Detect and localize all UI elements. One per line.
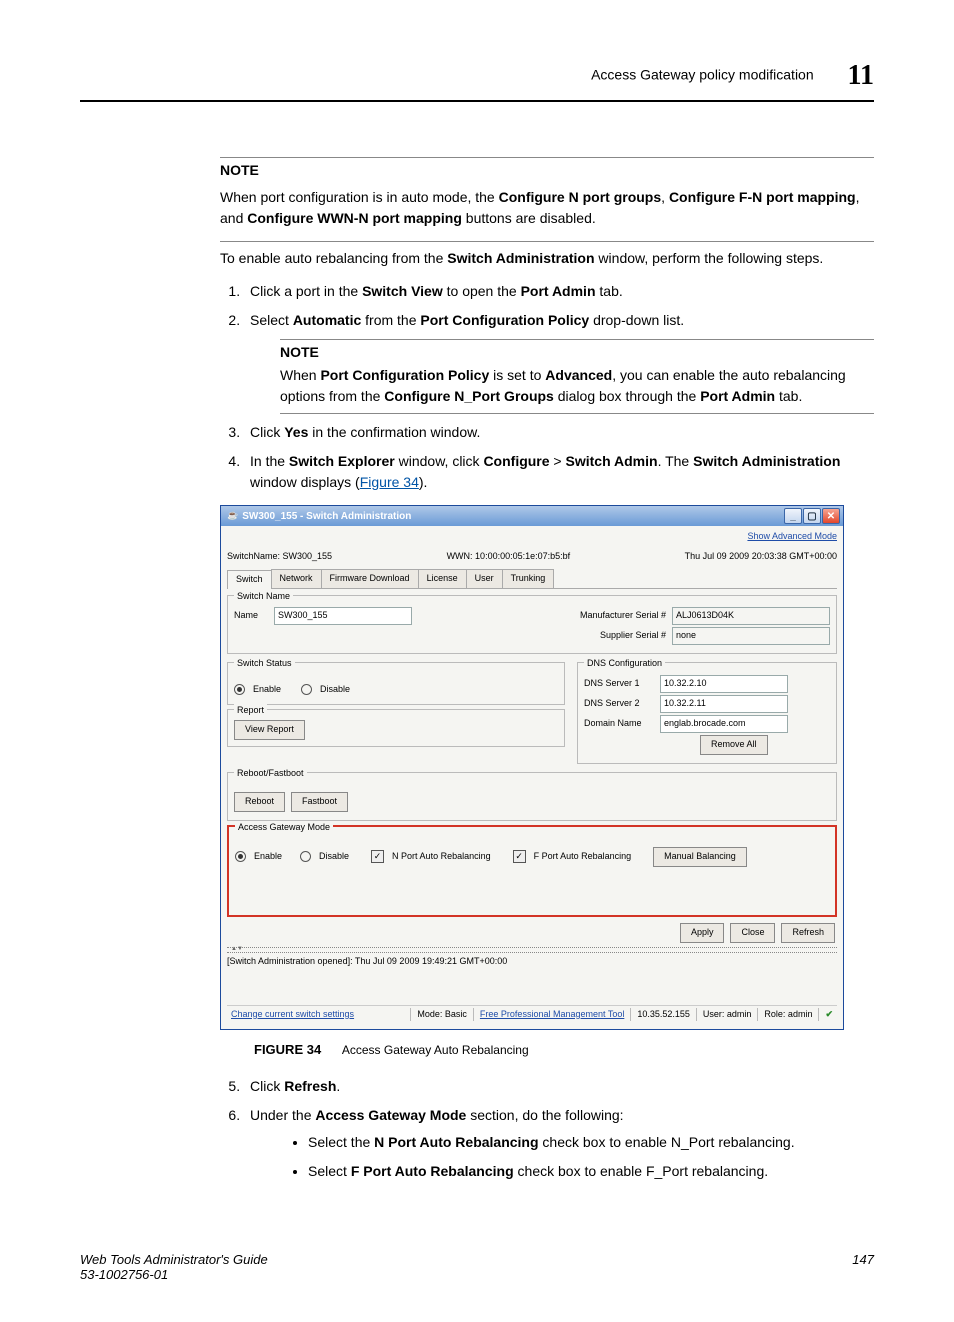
mode-label: Mode: Basic <box>417 1008 467 1022</box>
maximize-button[interactable]: ▢ <box>803 508 821 524</box>
note-rule-bottom <box>220 241 874 242</box>
close-dialog-button[interactable]: Close <box>730 923 775 943</box>
name-input[interactable]: SW300_155 <box>274 607 412 625</box>
tool-link[interactable]: Free Professional Management Tool <box>480 1008 624 1022</box>
nport-checkbox[interactable]: ✓ <box>371 850 384 863</box>
agm-enable-radio[interactable] <box>235 851 246 862</box>
figure-caption: FIGURE 34 Access Gateway Auto Rebalancin… <box>254 1040 874 1060</box>
page-footer: Web Tools Administrator's Guide 53-10027… <box>80 1252 874 1282</box>
show-advanced-link[interactable]: Show Advanced Mode <box>747 530 837 544</box>
view-report-button[interactable]: View Report <box>234 720 305 740</box>
wwn-label: WWN: 10:00:00:05:1e:07:b5:bf <box>447 550 571 564</box>
timestamp-label: Thu Jul 09 2009 20:03:38 GMT+00:00 <box>685 550 837 564</box>
switch-admin-window: ☕ SW300_155 - Switch Administration _ ▢ … <box>220 505 844 1030</box>
window-title: SW300_155 - Switch Administration <box>242 509 411 524</box>
group-switch-name: Switch Name Name SW300_155 Manufacturer … <box>227 595 837 655</box>
group-report: Report View Report <box>227 709 565 747</box>
bullet-1: Select the N Port Auto Rebalancing check… <box>308 1132 874 1153</box>
step-5: Click Refresh. <box>244 1076 874 1097</box>
doc-number: 53-1002756-01 <box>80 1267 268 1282</box>
figure-link[interactable]: Figure 34 <box>360 474 419 490</box>
running-head: Access Gateway policy modification 11 <box>80 60 874 92</box>
note-text: When port configuration is in auto mode,… <box>220 187 874 229</box>
guide-title: Web Tools Administrator's Guide <box>80 1252 268 1267</box>
intro-paragraph: To enable auto rebalancing from the Swit… <box>220 248 874 269</box>
status-disable-radio[interactable] <box>301 684 312 695</box>
group-reboot: Reboot/Fastboot Reboot Fastboot <box>227 772 837 822</box>
note2-text: When Port Configuration Policy is set to… <box>280 365 874 407</box>
bullet-2: Select F Port Auto Rebalancing check box… <box>308 1161 874 1182</box>
chapter-number: 11 <box>848 60 874 91</box>
dns2-input[interactable]: 10.32.2.11 <box>660 695 788 713</box>
log-splitter[interactable]: ▲▼ <box>227 947 837 953</box>
tab-switch[interactable]: Switch <box>227 570 272 589</box>
step-3: Click Yes in the confirmation window. <box>244 422 874 443</box>
header-rule <box>80 100 874 102</box>
page-number: 147 <box>852 1252 874 1282</box>
log-area: [Switch Administration opened]: Thu Jul … <box>227 955 837 1005</box>
fastboot-button[interactable]: Fastboot <box>291 792 348 812</box>
section-title: Access Gateway policy modification <box>591 67 814 83</box>
manual-balancing-button[interactable]: Manual Balancing <box>653 847 747 867</box>
fport-checkbox[interactable]: ✓ <box>513 850 526 863</box>
note2-title: NOTE <box>280 342 874 363</box>
note-rule-top <box>220 157 874 158</box>
change-settings-link[interactable]: Change current switch settings <box>231 1008 354 1022</box>
tab-network[interactable]: Network <box>271 569 322 588</box>
dns1-input[interactable]: 10.32.2.10 <box>660 675 788 693</box>
status-enable-radio[interactable] <box>234 684 245 695</box>
step-4: In the Switch Explorer window, click Con… <box>244 451 874 493</box>
switchname-label: SwitchName: SW300_155 <box>227 550 332 564</box>
group-agm: Access Gateway Mode Enable Disable ✓N Po… <box>227 825 837 917</box>
user-label: User: admin <box>703 1008 752 1022</box>
tab-user[interactable]: User <box>466 569 503 588</box>
apply-button[interactable]: Apply <box>680 923 725 943</box>
minimize-button[interactable]: _ <box>784 508 802 524</box>
step-2: Select Automatic from the Port Configura… <box>244 310 874 414</box>
group-switch-status: Switch Status Enable Disable <box>227 662 565 705</box>
supplier-serial: none <box>672 627 830 645</box>
refresh-button[interactable]: Refresh <box>781 923 835 943</box>
close-button[interactable]: ✕ <box>822 508 840 524</box>
group-dns: DNS Configuration DNS Server 110.32.2.10… <box>577 662 837 764</box>
statusbar: Change current switch settings Mode: Bas… <box>227 1005 837 1024</box>
check-icon: ✔ <box>825 1008 833 1022</box>
domain-input[interactable]: englab.brocade.com <box>660 715 788 733</box>
role-label: Role: admin <box>764 1008 812 1022</box>
tab-firmware[interactable]: Firmware Download <box>321 569 419 588</box>
step-6: Under the Access Gateway Mode section, d… <box>244 1105 874 1182</box>
tab-trunking[interactable]: Trunking <box>502 569 555 588</box>
reboot-button[interactable]: Reboot <box>234 792 285 812</box>
agm-disable-radio[interactable] <box>300 851 311 862</box>
titlebar: ☕ SW300_155 - Switch Administration _ ▢ … <box>221 506 843 526</box>
remove-all-button[interactable]: Remove All <box>700 735 768 755</box>
mfg-serial: ALJ0613D04K <box>672 607 830 625</box>
ip-label: 10.35.52.155 <box>637 1008 690 1022</box>
tabs: Switch Network Firmware Download License… <box>227 569 837 589</box>
tab-license[interactable]: License <box>418 569 467 588</box>
step-1: Click a port in the Switch View to open … <box>244 281 874 302</box>
java-icon: ☕ <box>227 509 238 523</box>
note-title: NOTE <box>220 160 874 181</box>
